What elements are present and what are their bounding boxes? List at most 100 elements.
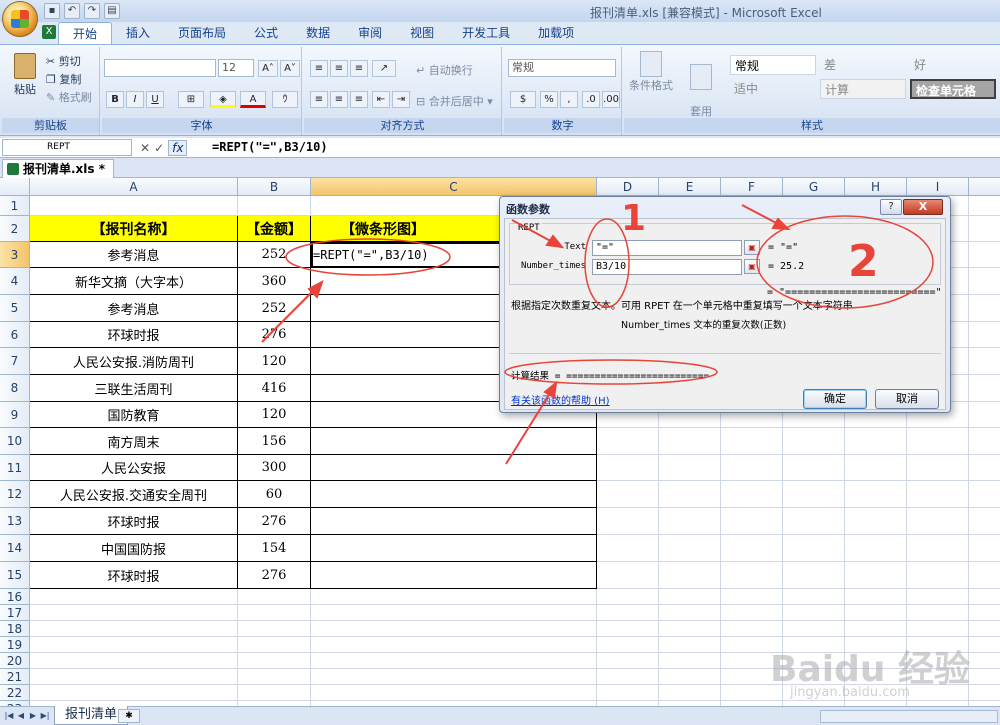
increase-indent-button[interactable]: ⇥ [392,91,410,108]
tab-view[interactable]: 视图 [396,22,448,44]
header-cell-name[interactable]: 【报刊名称】 [30,216,238,242]
increase-decimal-button[interactable]: .0 [582,91,600,108]
dialog-close-button[interactable]: X [903,199,943,215]
sheet-tab-active[interactable]: 报刊清单 [54,706,129,725]
align-left-button[interactable]: ≡ [310,91,328,108]
table-cell-chart[interactable] [311,535,597,562]
undo-icon[interactable]: ↶ [64,3,80,19]
style-check-cell[interactable]: 检查单元格 [910,79,996,99]
table-cell-name[interactable]: 三联生活周刊 [30,375,238,402]
column-header-g[interactable]: G [783,178,845,196]
column-header-h[interactable]: H [845,178,907,196]
table-cell-name[interactable]: 新华文摘（大字本） [30,268,238,295]
shrink-font-button[interactable]: A˅ [280,60,300,77]
table-cell-name[interactable]: 南方周末 [30,428,238,455]
percent-button[interactable]: % [540,91,558,108]
table-cell-name[interactable]: 中国国防报 [30,535,238,562]
tab-page-layout[interactable]: 页面布局 [164,22,240,44]
conditional-format-button[interactable]: 条件格式 [628,51,674,93]
row-header-21[interactable]: 21 [0,669,30,685]
function-help-link[interactable]: 有关该函数的帮助 (H) [511,392,610,407]
name-box[interactable]: REPT [2,139,132,156]
print-preview-icon[interactable]: ▤ [104,3,120,19]
table-cell-amount[interactable]: 120 [238,348,311,375]
phonetic-button[interactable]: ｳ [272,91,298,108]
align-top-button[interactable]: ≡ [310,60,328,77]
align-center-button[interactable]: ≡ [330,91,348,108]
table-cell-name[interactable]: 国防教育 [30,402,238,428]
table-cell-amount[interactable]: 252 [238,242,311,268]
style-bad[interactable]: 差 [820,55,906,75]
format-as-table-button[interactable]: 套用 表格格式 [676,51,726,148]
tab-data[interactable]: 数据 [292,22,344,44]
column-header-c[interactable]: C [311,178,597,196]
row-header-19[interactable]: 19 [0,637,30,653]
italic-button[interactable]: I [126,91,144,108]
next-sheet-icon[interactable]: ▶ [28,710,38,722]
enter-icon[interactable]: ✓ [154,141,164,155]
workbook-tab[interactable]: 报刊清单.xls * [2,159,115,178]
table-cell-name[interactable]: 环球时报 [30,508,238,535]
redo-icon[interactable]: ↷ [84,3,100,19]
row-header-14[interactable]: 14 [0,535,30,562]
table-cell-name[interactable]: 环球时报 [30,562,238,589]
select-all-corner[interactable] [0,178,30,196]
style-normal[interactable]: 常规 [730,55,816,75]
accounting-format-button[interactable]: $ [510,91,536,108]
tab-developer[interactable]: 开发工具 [448,22,524,44]
arg-input-number-times[interactable]: B3/10 [592,259,742,275]
table-cell-amount[interactable]: 300 [238,455,311,481]
table-cell-amount[interactable]: 276 [238,562,311,589]
table-cell-amount[interactable]: 276 [238,508,311,535]
insert-function-icon[interactable]: fx [168,139,188,156]
formula-text[interactable]: =REPT("=",B3/10) [212,140,328,154]
table-cell-name[interactable]: 参考消息 [30,295,238,322]
column-header-e[interactable]: E [659,178,721,196]
style-neutral[interactable]: 适中 [730,79,816,99]
collapse-dialog-icon[interactable]: ▣ [744,259,760,274]
cancel-button[interactable]: 取消 [875,389,939,409]
row-header-17[interactable]: 17 [0,605,30,621]
row-header-3[interactable]: 3 [0,242,30,268]
office-button[interactable] [2,1,38,37]
row-header-9[interactable]: 9 [0,402,30,428]
row-header-1[interactable]: 1 [0,196,30,216]
table-cell-chart[interactable] [311,481,597,508]
tab-home[interactable]: 开始 [58,22,113,44]
dialog-help-button[interactable]: ? [880,199,902,215]
table-cell-amount[interactable]: 416 [238,375,311,402]
table-cell-name[interactable]: 环球时报 [30,322,238,348]
table-cell-chart[interactable] [311,428,597,455]
row-header-16[interactable]: 16 [0,589,30,605]
tab-review[interactable]: 审阅 [344,22,396,44]
arg-input-text[interactable]: "=" [592,240,742,256]
cancel-icon[interactable]: ✕ [140,141,150,155]
bold-button[interactable]: B [106,91,124,108]
underline-button[interactable]: U [146,91,164,108]
number-format-box[interactable]: 常规 [508,59,616,77]
table-cell-name[interactable]: 参考消息 [30,242,238,268]
collapse-dialog-icon[interactable]: ▣ [744,240,760,255]
header-cell-amount[interactable]: 【金额】 [238,216,311,242]
align-middle-button[interactable]: ≡ [330,60,348,77]
table-cell-amount[interactable]: 252 [238,295,311,322]
tab-formulas[interactable]: 公式 [240,22,292,44]
wrap-text-button[interactable]: ↵ 自动换行 [416,62,473,78]
comma-button[interactable]: , [560,91,578,108]
tab-addins[interactable]: 加载项 [524,22,588,44]
format-painter-button[interactable]: ✎ 格式刷 [46,89,92,105]
table-cell-chart[interactable] [311,508,597,535]
font-name-box[interactable] [104,59,216,77]
borders-button[interactable]: ⊞ [178,91,204,108]
tab-insert[interactable]: 插入 [112,22,164,44]
row-header-20[interactable]: 20 [0,653,30,669]
table-cell-chart[interactable] [311,455,597,481]
table-cell-amount[interactable]: 60 [238,481,311,508]
table-cell-chart[interactable] [311,562,597,589]
table-cell-name[interactable]: 人民公安报 [30,455,238,481]
table-cell-name[interactable]: 人民公安报.消防周刊 [30,348,238,375]
table-cell-amount[interactable]: 360 [238,268,311,295]
row-header-4[interactable]: 4 [0,268,30,295]
font-color-button[interactable]: A [240,91,266,108]
row-header-22[interactable]: 22 [0,685,30,701]
